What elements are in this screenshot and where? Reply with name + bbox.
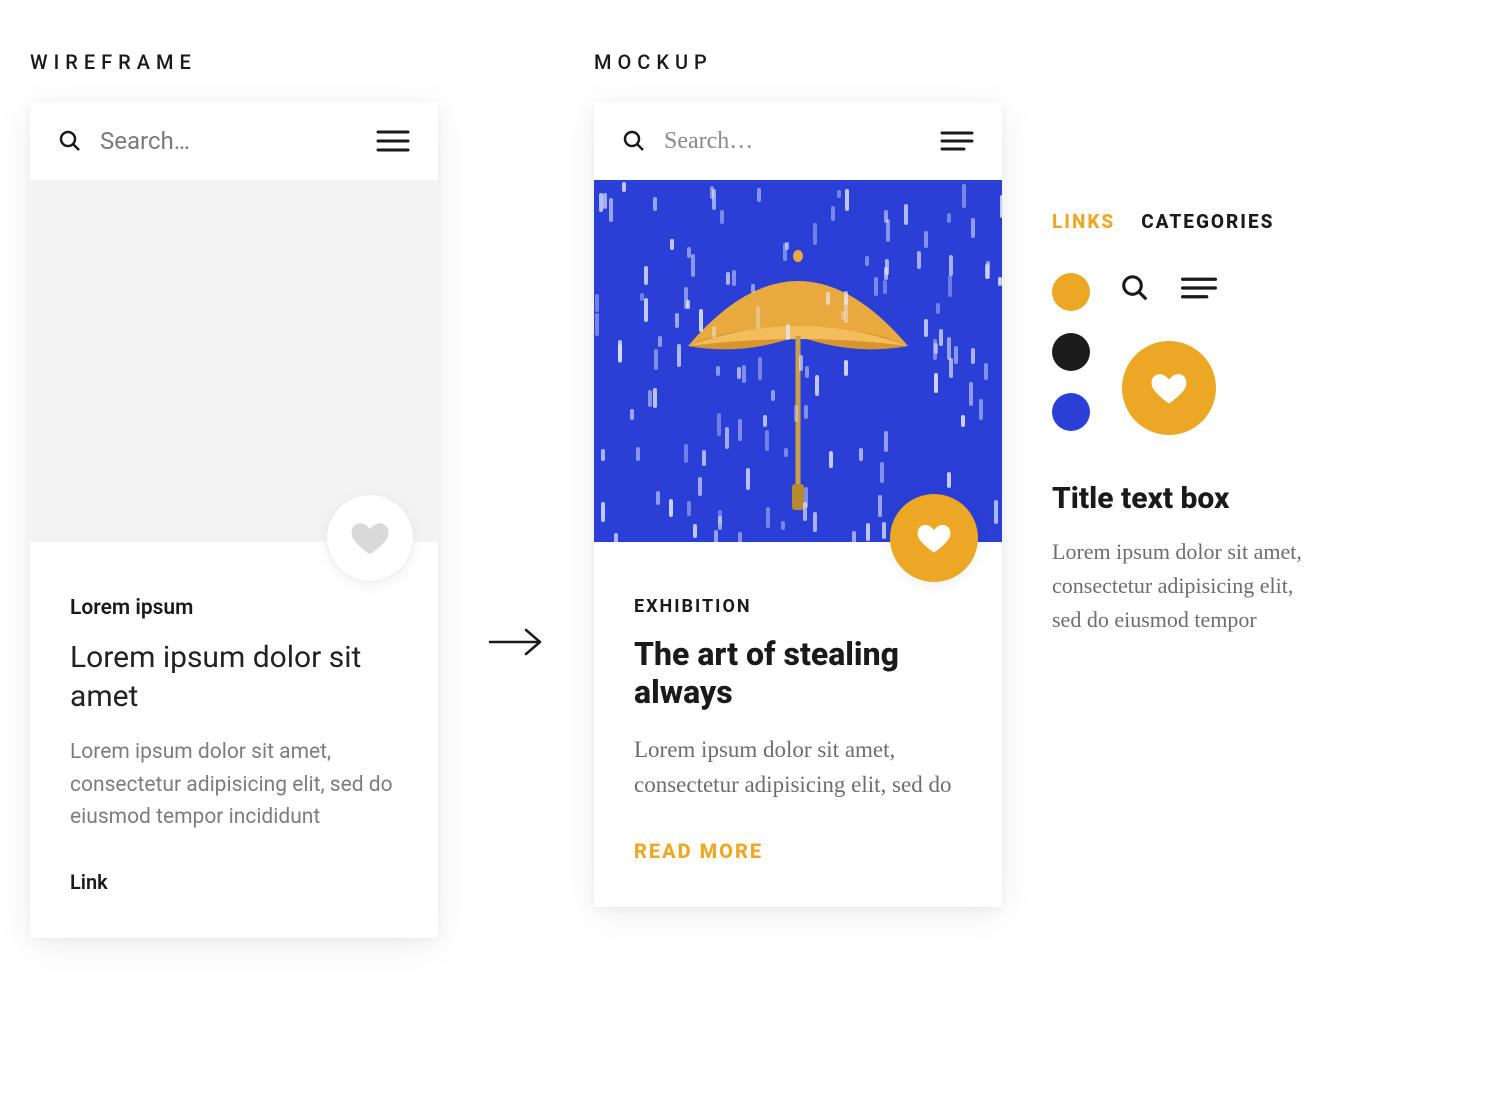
mockup-column: MOCKUP Search… [594, 50, 1002, 907]
heart-icon [350, 520, 390, 556]
card-body: Lorem ipsum dolor sit amet, consectetur … [70, 736, 398, 834]
styleguide-tabs: LINKS CATEGORIES [1052, 210, 1322, 233]
styleguide-panel: LINKS CATEGORIES [1052, 50, 1322, 637]
styleguide-body: Lorem ipsum dolor sit amet, consectetur … [1052, 535, 1322, 637]
card-link[interactable]: READ MORE [634, 839, 962, 863]
search-icon[interactable] [622, 129, 646, 153]
card-content: EXHIBITION The art of stealing always Lo… [594, 542, 1002, 907]
search-icon[interactable] [58, 129, 82, 153]
mockup-label: MOCKUP [594, 50, 1002, 74]
hero-placeholder [30, 180, 438, 542]
arrow-icon [488, 626, 544, 662]
favorite-button[interactable] [326, 494, 414, 582]
tab-links[interactable]: LINKS [1052, 210, 1115, 233]
search-input[interactable]: Search… [664, 128, 922, 155]
card-category: EXHIBITION [634, 596, 962, 617]
swatch-accent [1052, 273, 1090, 311]
favorite-button-sample [1122, 341, 1216, 435]
card-category: Lorem ipsum [70, 596, 398, 620]
hero-image [594, 180, 1002, 542]
wireframe-label: WIREFRAME [30, 50, 438, 74]
hamburger-icon [1180, 276, 1218, 304]
mockup-header: Search… [594, 102, 1002, 180]
hamburger-icon[interactable] [940, 130, 974, 152]
card-content: Lorem ipsum Lorem ipsum dolor sit amet L… [30, 542, 438, 938]
heart-icon [916, 522, 952, 554]
favorite-button[interactable] [890, 494, 978, 582]
card-link[interactable]: Link [70, 870, 398, 894]
search-input[interactable]: Search… [100, 127, 358, 155]
mockup-phone: Search… [594, 102, 1002, 907]
card-body: Lorem ipsum dolor sit amet, consectetur … [634, 732, 962, 803]
wireframe-header: Search… [30, 102, 438, 180]
search-icon [1120, 273, 1150, 307]
wireframe-phone: Search… Lorem ipsum Lorem ipsum dolor si… [30, 102, 438, 938]
tab-categories[interactable]: CATEGORIES [1141, 210, 1274, 233]
hamburger-icon[interactable] [376, 129, 410, 153]
card-title: Lorem ipsum dolor sit amet [70, 638, 398, 716]
heart-icon [1150, 371, 1188, 405]
swatch-dark [1052, 333, 1090, 371]
styleguide-title: Title text box [1052, 481, 1322, 517]
wireframe-column: WIREFRAME Search… [30, 50, 438, 938]
card-title: The art of stealing always [634, 635, 962, 712]
swatch-blue [1052, 393, 1090, 431]
color-swatches [1052, 273, 1090, 431]
